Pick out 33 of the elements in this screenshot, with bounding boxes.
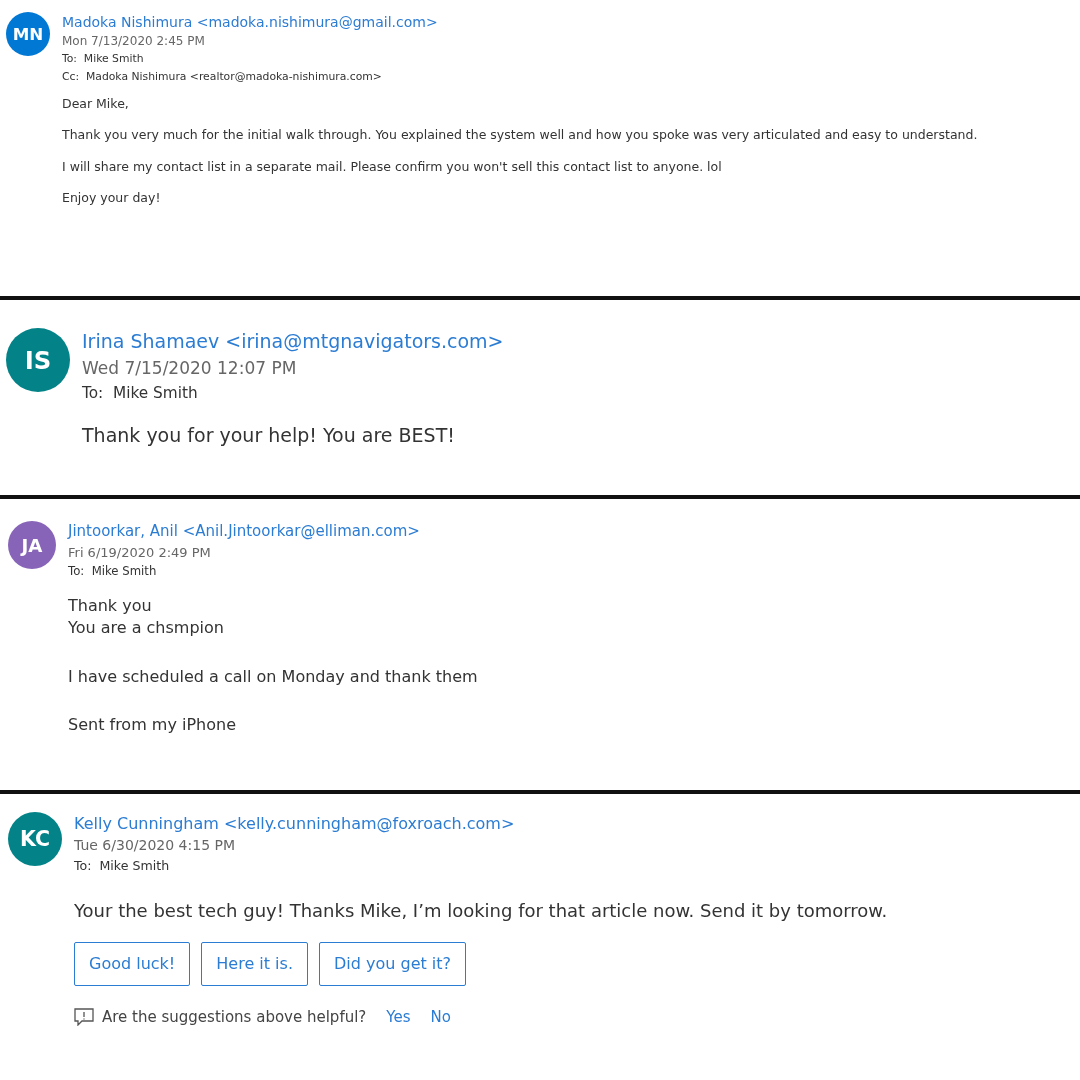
feedback-question: Are the suggestions above helpful? — [102, 1007, 367, 1026]
sender-name: Madoka Nishimura <madoka.nishimura@gmail.com> — [62, 13, 439, 32]
recipient-line: To: Mike Smith — [68, 563, 158, 581]
suggested-reply-button[interactable]: Did you get it? — [319, 941, 467, 986]
sender-name: Irina Shamaev <irina@mtgnavigators.com> — [82, 329, 504, 354]
recipient-line: To: Mike Smith — [74, 857, 171, 876]
suggested-reply-button[interactable]: Here it is. — [201, 941, 308, 986]
message-paragraph: Dear Mike, — [62, 94, 130, 113]
sender-avatar: MN — [6, 12, 50, 56]
suggested-reply-button[interactable]: Good luck! — [74, 941, 191, 986]
recipient-line: To: Mike Smith — [62, 51, 145, 68]
message-paragraph: Thank you very much for the initial walk through. You explained the system well and how you spoke was very articulated and easy to understand. — [62, 126, 978, 144]
sender-name: Jintoorkar, Anil <Anil.Jintoorkar@elliman.com> — [68, 521, 421, 542]
message-paragraph: I have scheduled a call on Monday and thank them — [68, 665, 478, 688]
sent-date: Wed 7/15/2020 12:07 PM — [82, 356, 298, 380]
sender-avatar: JA — [8, 521, 56, 569]
recipient-line: Cc: Madoka Nishimura <realtor@madoka-nishimura.com> — [62, 68, 383, 85]
message-paragraph: Thank you for your help! You are BEST! — [82, 422, 456, 448]
sent-date: Tue 6/30/2020 4:15 PM — [74, 836, 236, 856]
yes-link[interactable]: Yes — [386, 1007, 411, 1026]
sender-name: Kelly Cunningham <kelly.cunningham@foxroach.com> — [74, 813, 516, 835]
no-link[interactable]: No — [430, 1007, 451, 1026]
message-paragraph: Thank you You are a chsmpion — [68, 594, 225, 640]
message-paragraph: Sent from my iPhone — [68, 714, 237, 737]
sent-date: Mon 7/13/2020 2:45 PM — [62, 33, 206, 51]
recipient-line: To: Mike Smith — [82, 383, 199, 405]
message-paragraph: I will share my contact list in a separate mail. Please confirm you won't sell this contact list to anyone. lol — [62, 157, 723, 176]
sent-date: Fri 6/19/2020 2:49 PM — [68, 543, 212, 562]
sender-avatar: KC — [8, 812, 62, 866]
message-paragraph: Your the best tech guy! Thanks Mike, I’m looking for that article now. Send it by tomorrow. — [74, 899, 888, 924]
sender-avatar: IS — [6, 328, 70, 392]
message-paragraph: Enjoy your day! — [62, 189, 162, 207]
feedback-icon — [74, 1007, 94, 1026]
